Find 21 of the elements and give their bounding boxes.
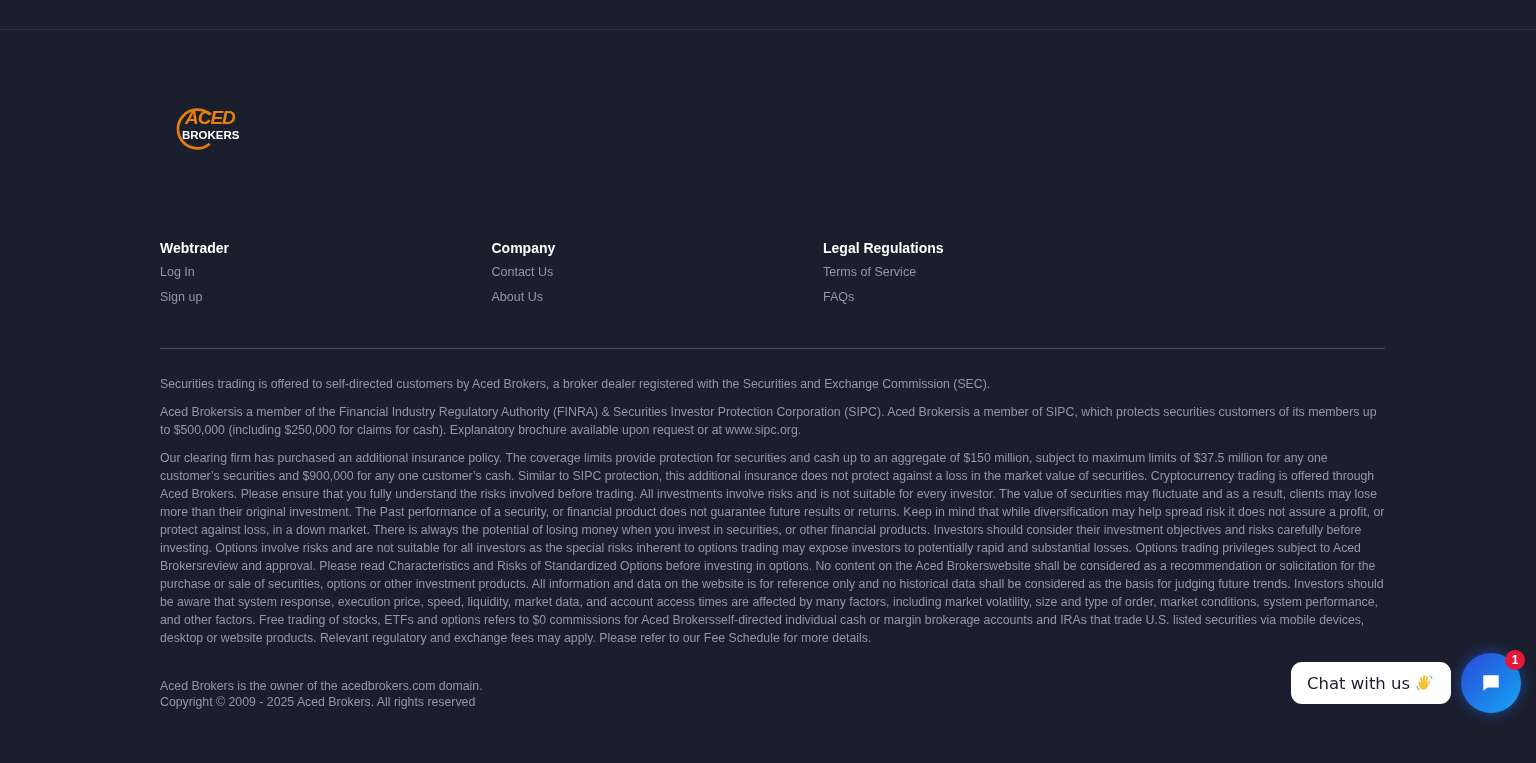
footer-link[interactable]: Contact Us (491, 265, 554, 279)
disclaimer-paragraph: Securities trading is offered to self-directed customers by Aced Brokers, a broker dealer registered with the Securities and Exchange Commission (SEC). (160, 376, 992, 393)
column-heading: Company (491, 240, 556, 257)
footer-link[interactable]: About Us (491, 290, 543, 304)
footer-link[interactable]: Sign up (160, 290, 203, 304)
ownership-text: Aced Brokers is the owner of the acedbrokers.com domain. (160, 678, 483, 694)
logo-text: ACED (185, 107, 235, 129)
notification-badge: 1 (1505, 650, 1525, 670)
logo[interactable]: ACED BROKERS (173, 104, 263, 154)
chat-button[interactable]: Chat with us (1291, 662, 1452, 704)
footer-link[interactable]: FAQs (823, 290, 855, 304)
footer-link[interactable]: Terms of Service (823, 265, 917, 279)
column-heading: Webtrader (160, 240, 229, 257)
ownership-text: Copyright © 2009 - 2025 Aced Brokers. All rights reserved (160, 694, 476, 710)
footer-link[interactable]: Log In (160, 265, 195, 279)
chat-bubble-icon (1480, 672, 1502, 694)
column-heading: Legal Regulations (823, 240, 944, 257)
disclaimer-paragraph: Aced Brokersis a member of the Financial Industry Regulatory Authority (FINRA) & Securities Investor Protection Corporation (SIPC). Aced Brokersis a member of SIPC, which protects securities customers of its members up to $500,000 (including $250,000 for claims for cash). Explanatory brochure available upon request or at www.sipc.org. (160, 404, 1378, 439)
disclaimer-paragraph: Our clearing firm has purchased an additional insurance policy. The coverage limits provide protection for securities and cash up to an aggregate of $150 million, subject to maximum limits of $37.5 million for any one customer’s securities and $900,000 for any one customer’s cash. Similar to SIPC protection, this additional insurance does not protect against a loss in the market value of securities. Cryptocurrency trading is offered through Aced Brokers. Please ensure that you fully understand the risks involved before trading. All investments involve risks and is not suitable for every investor. The value of securities may fluctuate and as a result, clients may lose more than their original investment. The Past performance of a security, or financial product does not guarantee future results or returns. Keep in mind that while diversification may help spread risk it does not assure a profit, or protect against loss, in a down market. There is always the potential of losing money when you invest in securities, or other financial products. Investors should consider their investment objectives and risks carefully before investing. Options involve risks and are not suitable for all investors as the special risks inherent to options trading may expose investors to potentially rapid and substantial losses. Options trading privileges subject to Aced Brokersreview and approval. Please read Characteristics and Risks of Standardized Options before investing in options. No content on the Aced Brokerswebsite shall be considered as a recommendation or solicitation for the purchase or sale of securities, options or other investment products. All information and data on the website is for reference only and no historical data shall be considered as the basis for judging future trends. Investors should be aware that system response, execution price, speed, liquidity, market data, and account access times are affected by many factors, including market volatility, size and type of order, market conditions, system performance, and other factors. Free trading of stocks, ETFs and options refers to $0 commissions for Aced Brokersself-directed individual cash or margin brokerage accounts and IRAs that trade U.S. listed securities via mobile devices, desktop or website products. Relevant regulatory and exchange fees may apply. Please refer to our Fee Schedule for more details. (160, 450, 1385, 647)
logo-text: BROKERS (182, 129, 240, 141)
chat-launcher[interactable] (1461, 653, 1521, 713)
